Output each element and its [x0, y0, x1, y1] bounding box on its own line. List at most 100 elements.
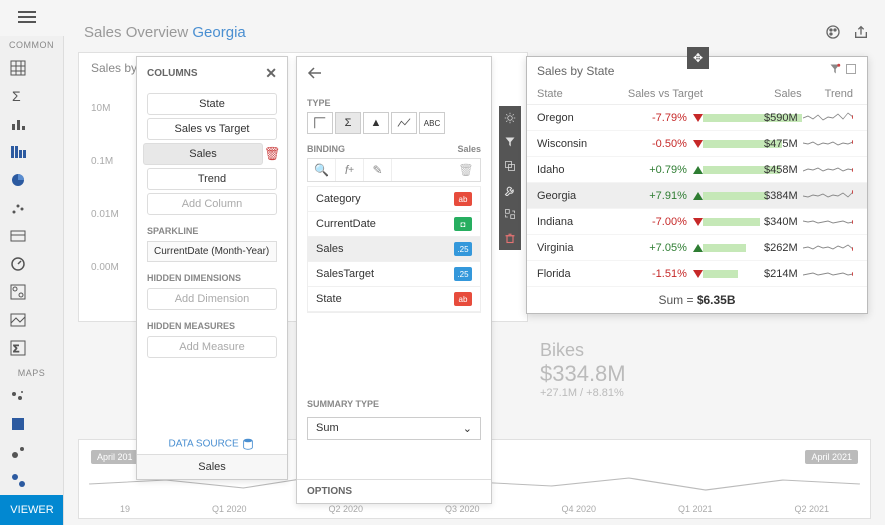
binding-row-name: CurrentDate	[316, 218, 376, 230]
grid-maximize-icon[interactable]	[845, 63, 857, 78]
column-item-sales-vs-target[interactable]: Sales vs Target	[147, 118, 277, 140]
edit-icon[interactable]: ✎	[364, 159, 392, 181]
data-source-link[interactable]: DATA SOURCE	[137, 437, 287, 451]
bar-chart-icon[interactable]	[5, 111, 31, 137]
filter-icon[interactable]	[499, 130, 521, 154]
pie-map-icon[interactable]	[5, 467, 31, 493]
breadcrumb: Sales Overview Georgia	[84, 24, 246, 41]
binding-row[interactable]: CurrentDate ◘	[308, 212, 480, 237]
type-label: TYPE	[297, 92, 491, 112]
table-row[interactable]: Idaho+0.79%$458M	[527, 157, 867, 183]
grid-filter-icon[interactable]	[829, 63, 841, 78]
delete-column-icon[interactable]: 🗑	[263, 146, 281, 162]
menu-toggle[interactable]	[18, 8, 36, 26]
trash-icon[interactable]	[499, 226, 521, 250]
back-button[interactable]	[297, 57, 491, 92]
sidebar-section-maps: MAPS	[0, 364, 63, 380]
image-icon[interactable]	[5, 307, 31, 333]
item-toolbar	[499, 106, 521, 250]
card-icon[interactable]	[5, 223, 31, 249]
columns-panel-title: COLUMNS	[147, 68, 198, 79]
svg-text:Σ: Σ	[12, 88, 21, 104]
binding-row[interactable]: Stateab	[308, 287, 480, 312]
pie-chart-icon[interactable]	[5, 167, 31, 193]
table-row[interactable]: Indiana-7.00%$340M	[527, 209, 867, 235]
sparkline-label: SPARKLINE	[137, 218, 287, 238]
table-row[interactable]: Wisconsin-0.50%$475M	[527, 131, 867, 157]
cell-trend	[802, 160, 857, 179]
timeline-start-tag[interactable]: April 201	[91, 450, 139, 464]
cell-svt: -7.79%	[614, 112, 703, 124]
binding-row[interactable]: Sales.25	[308, 237, 480, 262]
type-line-icon[interactable]	[307, 112, 333, 134]
arrow-up-icon	[693, 166, 703, 174]
bubble-map-icon[interactable]	[5, 439, 31, 465]
binding-badge: ◘	[454, 217, 472, 231]
wrench-icon[interactable]	[499, 178, 521, 202]
sigma-icon[interactable]: Σ	[5, 83, 31, 109]
breadcrumb-root[interactable]: Sales Overview	[84, 24, 188, 41]
move-handle-icon[interactable]: ✥	[687, 47, 709, 69]
table-row[interactable]: Oregon-7.79%$590M	[527, 105, 867, 131]
timeline-tick: Q4 2020	[561, 504, 596, 514]
header-sales[interactable]: Sales	[703, 88, 802, 100]
options-section[interactable]: OPTIONS	[297, 479, 491, 503]
type-delta-icon[interactable]: ▲	[363, 112, 389, 134]
column-chart-icon[interactable]	[5, 139, 31, 165]
table-row[interactable]: Florida-1.51%$214M	[527, 261, 867, 287]
cell-trend	[802, 186, 857, 205]
sparkline-field[interactable]: CurrentDate (Month-Year)	[147, 241, 277, 262]
choropleth-icon[interactable]	[5, 383, 31, 409]
grid-icon[interactable]	[5, 55, 31, 81]
export-icon[interactable]	[853, 24, 869, 43]
cell-trend	[802, 108, 857, 127]
fx-icon[interactable]: f+	[336, 159, 364, 181]
add-column-button[interactable]: Add Column	[147, 193, 277, 215]
treemap-icon[interactable]	[5, 279, 31, 305]
timeline-end-tag[interactable]: April 2021	[805, 450, 858, 464]
binding-badge: .25	[454, 267, 472, 281]
column-item-sales[interactable]: Sales	[143, 143, 263, 165]
gear-icon[interactable]	[499, 106, 521, 130]
geopoint-icon[interactable]	[5, 411, 31, 437]
add-dimension-button[interactable]: Add Dimension	[147, 288, 277, 310]
grid-footer: Sum = $6.35B	[527, 287, 867, 313]
columns-footer-tab[interactable]: Sales	[137, 454, 287, 479]
type-sigma-icon[interactable]: Σ	[335, 112, 361, 134]
close-icon[interactable]: ✕	[265, 65, 277, 82]
convert-icon[interactable]	[499, 202, 521, 226]
column-item-state[interactable]: State	[147, 93, 277, 115]
pivot-icon[interactable]: Σ	[5, 335, 31, 361]
cell-sales: $262M	[703, 242, 802, 254]
add-measure-button[interactable]: Add Measure	[147, 336, 277, 358]
header-trend[interactable]: Trend	[802, 88, 857, 100]
bg-chart-y-axis: 10M 0.1M 0.01M 0.00M	[91, 103, 119, 315]
header-svt[interactable]: Sales vs Target	[614, 88, 703, 100]
breadcrumb-current[interactable]: Georgia	[192, 24, 245, 41]
header-state[interactable]: State	[537, 88, 614, 100]
gauge-icon[interactable]	[5, 251, 31, 277]
sales-bar	[703, 244, 746, 252]
timeline-tick: Q2 2021	[794, 504, 829, 514]
table-row[interactable]: Virginia+7.05%$262M	[527, 235, 867, 261]
type-text-icon[interactable]: ABC	[419, 112, 445, 134]
palette-icon[interactable]	[825, 24, 841, 43]
sales-bar	[703, 270, 739, 278]
delete-icon[interactable]: 🗑	[452, 159, 480, 181]
chevron-down-icon: ⌄	[463, 422, 472, 435]
type-spark-icon[interactable]	[391, 112, 417, 134]
cell-svt: -0.50%	[614, 138, 703, 150]
grid-title: Sales by State	[537, 64, 614, 78]
binding-row[interactable]: Categoryab	[308, 187, 480, 212]
binding-row[interactable]: SalesTarget.25	[308, 262, 480, 287]
column-item-trend[interactable]: Trend	[147, 168, 277, 190]
table-row[interactable]: Georgia+7.91%$384M	[527, 183, 867, 209]
cell-svt: -7.00%	[614, 216, 703, 228]
kpi-bikes: Bikes $334.8M +27.1M / +8.81%	[540, 340, 626, 399]
viewer-button[interactable]: VIEWER	[0, 495, 64, 525]
search-icon[interactable]: 🔍	[308, 159, 336, 181]
layers-icon[interactable]	[499, 154, 521, 178]
scatter-chart-icon[interactable]	[5, 195, 31, 221]
cell-state: Oregon	[537, 112, 614, 124]
summary-type-select[interactable]: Sum ⌄	[307, 417, 481, 440]
